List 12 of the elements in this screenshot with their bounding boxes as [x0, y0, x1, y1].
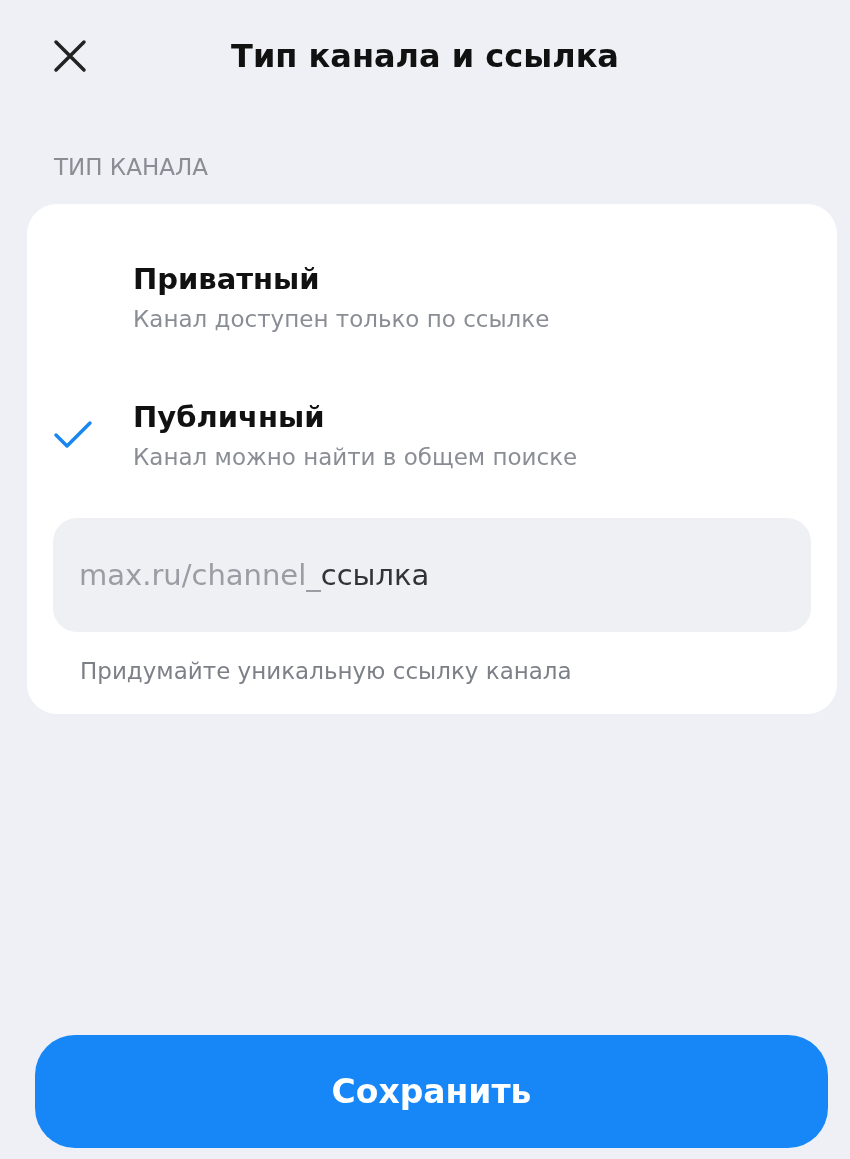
link-input-field[interactable]: max.ru/channel_ссылка	[53, 518, 811, 632]
channel-type-option[interactable]: Приватный Канал доступен только по ссылке	[53, 228, 811, 366]
section-label: ТИП КАНАЛА	[54, 154, 209, 180]
option-title: Приватный	[133, 262, 321, 296]
channel-type-option[interactable]: Публичный Канал можно найти в общем поиске	[53, 366, 811, 504]
save-button[interactable]: Сохранить	[35, 1035, 828, 1148]
option-description: Канал доступен только по ссылке	[133, 306, 550, 332]
option-description: Канал можно найти в общем поиске	[133, 444, 578, 470]
close-icon	[53, 39, 87, 73]
link-hint: Придумайте уникальную ссылку канала	[80, 658, 573, 684]
screen-title: Тип канала и ссылка	[231, 37, 619, 75]
option-title: Публичный	[133, 400, 326, 434]
